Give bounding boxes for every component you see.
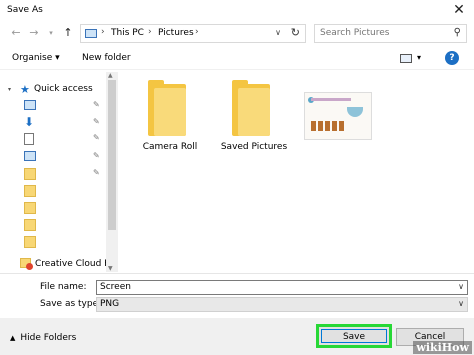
image-thumbnail bbox=[304, 92, 372, 140]
address-dropdown-icon[interactable]: ∨ bbox=[275, 28, 281, 37]
organise-button[interactable]: Organise ▾ bbox=[12, 53, 60, 63]
save-as-type-select[interactable]: PNG ∨ bbox=[96, 297, 468, 312]
close-icon[interactable]: ✕ bbox=[450, 1, 468, 19]
refresh-icon[interactable]: ↻ bbox=[291, 26, 300, 39]
pin-icon[interactable]: ✎ bbox=[93, 168, 100, 177]
file-list: Camera Roll Saved Pictures bbox=[120, 72, 474, 272]
caret-up-icon: ▲ bbox=[10, 334, 16, 342]
folder-item-saved-pictures[interactable]: Saved Pictures bbox=[218, 78, 290, 158]
search-box[interactable]: ⚲ bbox=[314, 24, 467, 43]
recent-locations-chevron-icon[interactable]: ▾ bbox=[43, 25, 59, 41]
expand-chevron-icon[interactable]: ▾ bbox=[8, 86, 11, 93]
view-options-dropdown-icon[interactable]: ▾ bbox=[417, 53, 421, 62]
save-as-type-label: Save as type: bbox=[40, 299, 102, 309]
window-title: Save As bbox=[7, 5, 43, 15]
command-bar: Organise ▾ New folder ▾ ? bbox=[0, 48, 474, 70]
pin-icon[interactable]: ✎ bbox=[93, 133, 100, 142]
search-icon[interactable]: ⚲ bbox=[454, 27, 461, 38]
file-name-label: File name: bbox=[40, 282, 87, 292]
documents-icon[interactable] bbox=[24, 133, 34, 145]
folder-icon[interactable] bbox=[24, 185, 36, 197]
help-icon[interactable]: ? bbox=[445, 51, 459, 65]
folder-icon bbox=[232, 80, 270, 136]
desktop-icon[interactable] bbox=[24, 100, 36, 110]
chevron-down-icon[interactable]: ∨ bbox=[458, 299, 464, 308]
breadcrumb-pictures[interactable]: Pictures bbox=[158, 28, 194, 38]
pictures-icon[interactable] bbox=[24, 151, 36, 161]
sidebar-item-creative-cloud[interactable]: Creative Cloud Fil bbox=[35, 259, 114, 269]
folder-icon[interactable] bbox=[24, 219, 36, 231]
pin-icon[interactable]: ✎ bbox=[93, 151, 100, 160]
folder-icon[interactable] bbox=[24, 236, 36, 248]
folder-icon bbox=[148, 80, 186, 136]
folder-icon[interactable] bbox=[24, 168, 36, 180]
this-pc-icon bbox=[85, 29, 97, 38]
dialog-footer: ▲ Hide Folders Save Cancel wikiHow bbox=[0, 318, 474, 355]
address-row: ← → ▾ ↑ › This PC › Pictures › ∨ ↻ ⚲ bbox=[0, 22, 474, 46]
up-arrow-icon[interactable]: ↑ bbox=[60, 25, 76, 41]
file-name-combobox[interactable]: ∨ bbox=[96, 280, 468, 295]
search-input[interactable] bbox=[320, 28, 440, 38]
file-name-label: Camera Roll bbox=[142, 142, 198, 152]
back-arrow-icon[interactable]: ← bbox=[8, 25, 24, 41]
new-folder-button[interactable]: New folder bbox=[82, 53, 131, 63]
breadcrumb-separator-icon[interactable]: › bbox=[195, 27, 199, 37]
title-bar: Save As ✕ bbox=[0, 0, 474, 20]
sidebar-scrollbar[interactable]: ▲ ▼ bbox=[106, 72, 118, 272]
breadcrumb-separator-icon[interactable]: › bbox=[101, 27, 105, 37]
sync-badge-icon bbox=[26, 263, 33, 270]
downloads-icon[interactable]: ⬇ bbox=[24, 116, 36, 128]
save-as-type-value: PNG bbox=[100, 299, 120, 309]
file-name-label: Saved Pictures bbox=[220, 142, 288, 152]
wikihow-watermark: wikiHow bbox=[413, 341, 472, 354]
pin-icon[interactable]: ✎ bbox=[93, 100, 100, 109]
file-name-input[interactable] bbox=[100, 282, 440, 292]
save-button-highlight: Save bbox=[316, 324, 392, 348]
scroll-up-icon[interactable]: ▲ bbox=[108, 72, 113, 79]
star-icon: ★ bbox=[20, 83, 30, 96]
pin-icon[interactable]: ✎ bbox=[93, 117, 100, 126]
image-item[interactable] bbox=[302, 78, 374, 158]
folder-item-camera-roll[interactable]: Camera Roll bbox=[134, 78, 206, 158]
forward-arrow-icon[interactable]: → bbox=[26, 25, 42, 41]
hide-folders-toggle[interactable]: ▲ Hide Folders bbox=[10, 333, 76, 343]
sidebar-item-quick-access[interactable]: Quick access bbox=[34, 84, 93, 94]
chevron-down-icon[interactable]: ∨ bbox=[458, 282, 464, 291]
hide-folders-label: Hide Folders bbox=[20, 333, 77, 343]
scroll-down-icon[interactable]: ▼ bbox=[108, 265, 113, 272]
breadcrumb-separator-icon[interactable]: › bbox=[148, 27, 152, 37]
save-button[interactable]: Save bbox=[321, 329, 387, 343]
folder-icon[interactable] bbox=[24, 202, 36, 214]
change-view-icon[interactable] bbox=[400, 54, 412, 63]
breadcrumb-this-pc[interactable]: This PC bbox=[111, 28, 144, 38]
divider bbox=[0, 273, 474, 274]
navigation-pane: ▾ ★ Quick access ✎ ⬇ ✎ ✎ ✎ ✎ Creative Cl… bbox=[0, 72, 118, 272]
scrollbar-thumb[interactable] bbox=[108, 80, 116, 230]
address-bar[interactable]: › This PC › Pictures › ∨ ↻ bbox=[80, 24, 306, 43]
